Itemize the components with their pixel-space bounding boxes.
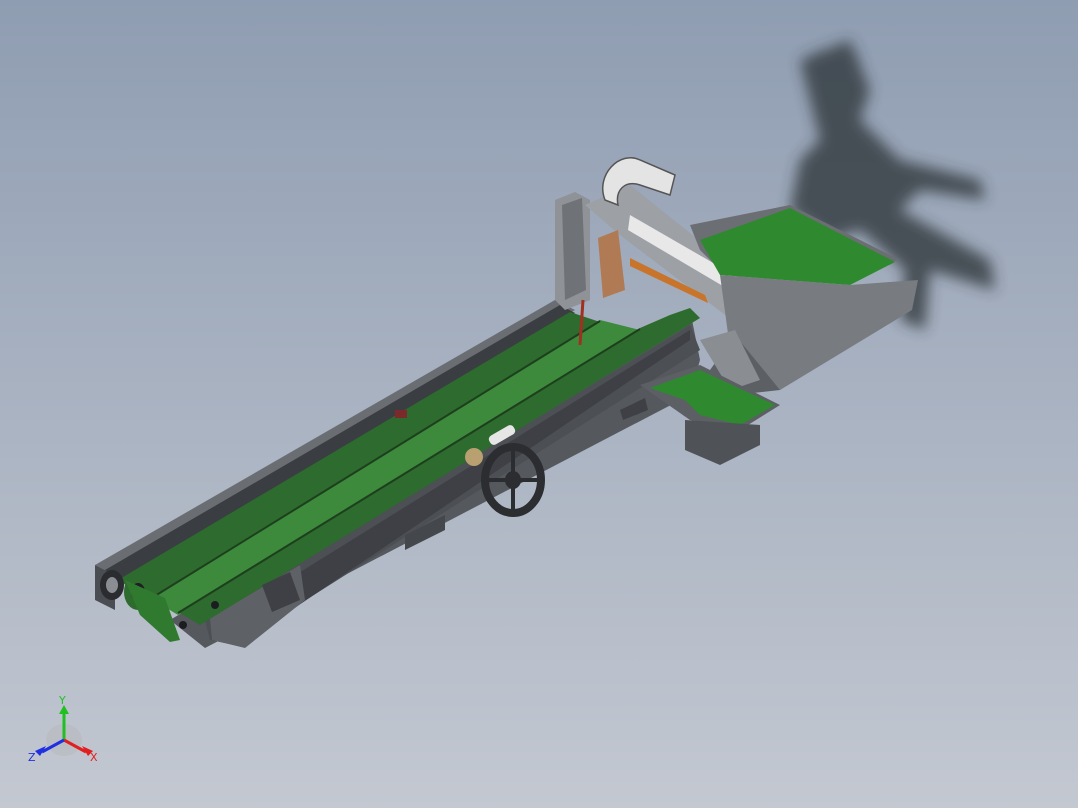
y-axis-label: Y: [58, 694, 66, 707]
x-axis-label: X: [90, 751, 98, 764]
z-axis-label: Z: [28, 751, 36, 764]
conveyor-belts: [100, 305, 700, 642]
coordinate-triad: Y X Z: [28, 694, 98, 764]
conveyor-assembly-model[interactable]: [0, 0, 1078, 808]
cad-viewport[interactable]: Y X Z: [0, 0, 1078, 808]
